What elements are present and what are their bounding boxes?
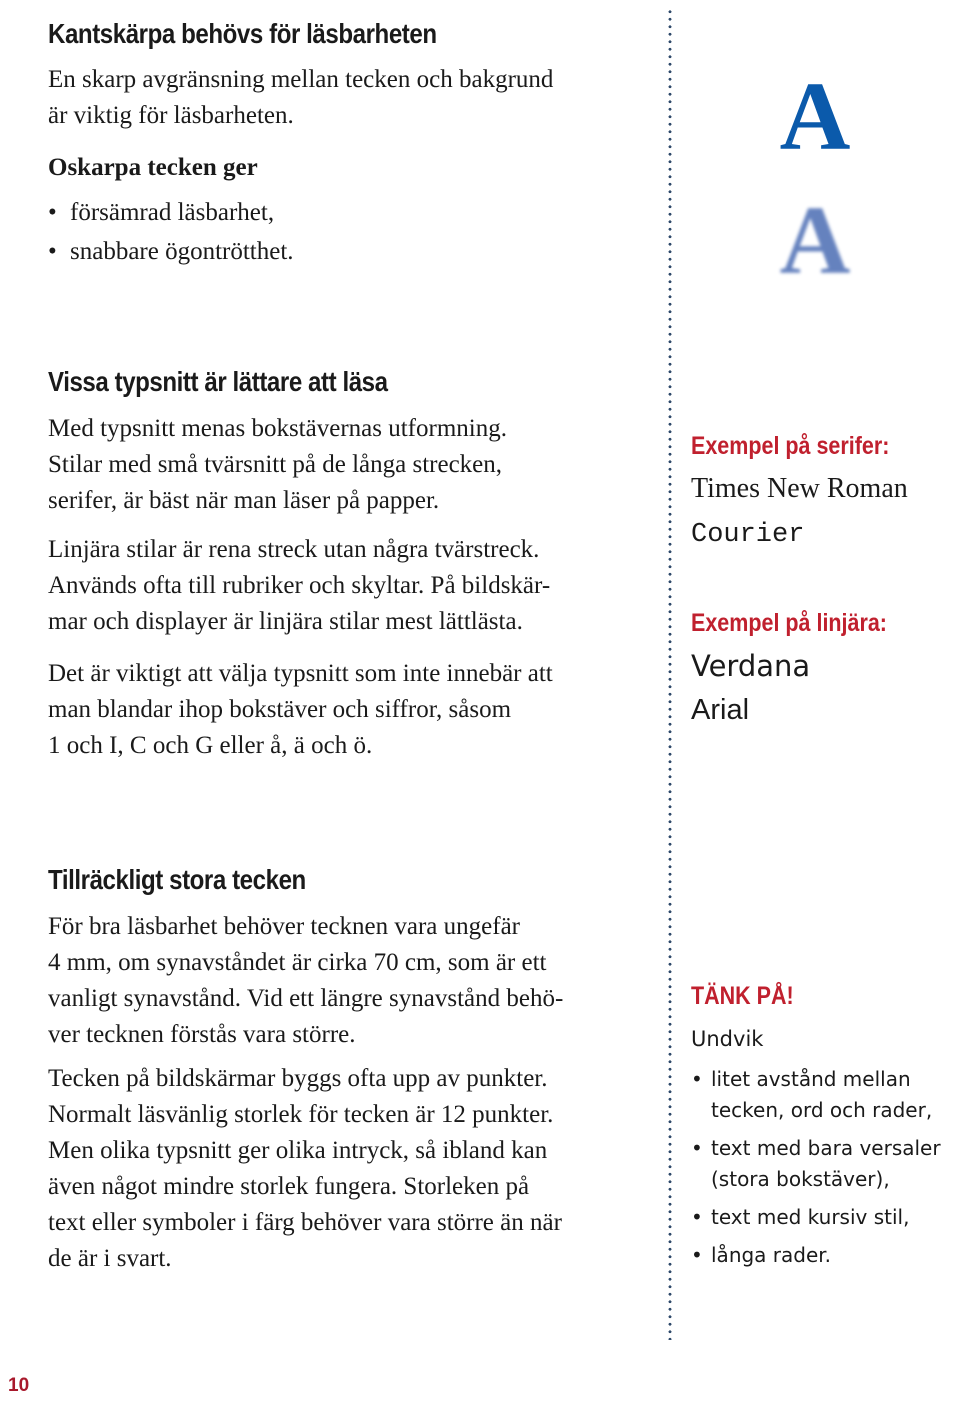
- dotted-column-divider: [668, 8, 672, 1340]
- text-line: de är i svart.: [48, 1245, 172, 1272]
- tip-heading: TÄNK PÅ!: [691, 982, 794, 1010]
- serif-example-courier: Courier: [691, 520, 805, 550]
- section-heading-edge-sharpness: Kantskärpa behövs för läsbarheten: [48, 18, 437, 49]
- text-line: är viktig för läsbarheten.: [48, 102, 294, 129]
- list-item-text: text med bara versaler: [711, 1136, 941, 1160]
- list-item: • text med bara versaler (stora bokstäve…: [691, 1133, 941, 1195]
- text-line: Normalt läsvänlig storlek för tecken är …: [48, 1101, 554, 1128]
- text-line: text eller symboler i färg behöver vara …: [48, 1209, 562, 1236]
- text-line: ver tecknen förstås vara större.: [48, 1021, 356, 1048]
- list-item: • försämrad läsbarhet,: [48, 193, 294, 232]
- text-line: Tecken på bildskärmar byggs ofta upp av …: [48, 1065, 548, 1092]
- text-line: En skarp avgränsning mellan tecken och b…: [48, 66, 554, 93]
- list-item: • snabbare ögontrötthet.: [48, 232, 294, 271]
- size-paragraph-2: Tecken på bildskärmar byggs ofta upp av …: [48, 1061, 562, 1277]
- bullet-icon: •: [48, 199, 57, 226]
- sans-example-verdana: Verdana: [691, 649, 811, 683]
- text-line: 1 och I, C och G eller å, ä och ö.: [48, 732, 373, 759]
- serif-examples-heading: Exempel på serifer:: [691, 432, 890, 460]
- list-item-text: text med kursiv stil,: [711, 1205, 910, 1229]
- text-line: Används ofta till rubriker och skyltar. …: [48, 572, 551, 599]
- page-number: 10: [8, 1375, 30, 1396]
- tip-intro: Undvik: [691, 1027, 764, 1051]
- typefaces-paragraph-1: Med typsnitt menas bokstävernas utformni…: [48, 411, 507, 519]
- bullet-icon: •: [691, 1205, 703, 1229]
- typefaces-paragraph-3: Det är viktigt att välja typsnitt som in…: [48, 656, 553, 764]
- text-line: 4 mm, om synavståndet är cirka 70 cm, so…: [48, 949, 547, 976]
- list-item-text: snabbare ögontrötthet.: [70, 238, 294, 265]
- text-line: Linjära stilar är rena streck utan några…: [48, 536, 540, 563]
- section1-subheading: Oskarpa tecken ger: [48, 154, 258, 181]
- list-item-text: litet avstånd mellan: [711, 1067, 911, 1091]
- text-line: mar och displayer är linjära stilar mest…: [48, 608, 523, 635]
- list-item: • långa rader.: [691, 1240, 941, 1271]
- text-line: Men olika typsnitt ger olika intryck, så…: [48, 1137, 548, 1164]
- text-line: För bra läsbarhet behöver tecknen vara u…: [48, 913, 520, 940]
- list-item: • text med kursiv stil,: [691, 1202, 941, 1233]
- section-heading-typefaces: Vissa typsnitt är lättare att läsa: [48, 366, 388, 397]
- text-line: vanligt synavstånd. Vid ett längre synav…: [48, 985, 564, 1012]
- list-item-text: försämrad läsbarhet,: [70, 199, 275, 226]
- bullet-icon: •: [691, 1136, 703, 1160]
- text-line: man blandar ihop bokstäver och siffror, …: [48, 696, 512, 723]
- serif-example-times: Times New Roman: [691, 473, 908, 504]
- list-item-text: tecken, ord och rader,: [711, 1098, 933, 1122]
- typefaces-paragraph-2: Linjära stilar är rena streck utan några…: [48, 532, 550, 640]
- list-item: • litet avstånd mellan tecken, ord och r…: [691, 1064, 941, 1126]
- list-item-text: (stora bokstäver),: [711, 1167, 890, 1191]
- text-line: Med typsnitt menas bokstävernas utformni…: [48, 415, 507, 442]
- size-paragraph-1: För bra läsbarhet behöver tecknen vara u…: [48, 909, 563, 1053]
- bullet-icon: •: [48, 238, 57, 265]
- blurred-letter-sample: A: [779, 187, 851, 295]
- avoid-list: • litet avstånd mellan tecken, ord och r…: [691, 1064, 941, 1278]
- section-heading-large-characters: Tillräckligt stora tecken: [48, 864, 306, 895]
- sans-example-arial: Arial: [691, 694, 750, 726]
- bullet-icon: •: [691, 1243, 703, 1267]
- text-line: Det är viktigt att välja typsnitt som in…: [48, 660, 553, 687]
- section1-intro: En skarp avgränsning mellan tecken och b…: [48, 62, 553, 134]
- text-line: även något mindre storlek fungera. Storl…: [48, 1173, 530, 1200]
- sans-examples-heading: Exempel på linjära:: [691, 609, 887, 637]
- list-item-text: långa rader.: [711, 1243, 832, 1267]
- text-line: serifer, är bäst när man läser på papper…: [48, 487, 440, 514]
- bullet-icon: •: [691, 1067, 703, 1091]
- blur-effects-list: • försämrad läsbarhet, • snabbare ögontröt…: [48, 193, 294, 271]
- sharp-letter-sample: A: [779, 63, 851, 171]
- text-line: Stilar med små tvärsnitt på de långa str…: [48, 451, 503, 478]
